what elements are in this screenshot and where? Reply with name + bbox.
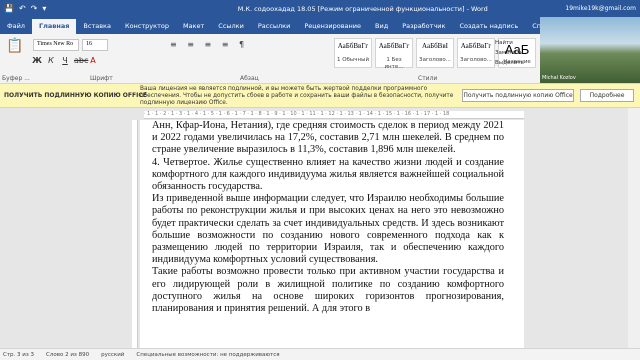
font-color-icon[interactable]: A: [88, 56, 98, 65]
tab-5[interactable]: Ссылки: [211, 19, 251, 34]
paragraph-3[interactable]: Из приведенной выше информации следует, …: [152, 193, 504, 266]
find-button[interactable]: Найти: [495, 38, 535, 48]
vertical-ruler[interactable]: [132, 120, 138, 348]
tab-2[interactable]: Вставка: [76, 19, 118, 34]
status-bar: Стр. 3 из 3 Слово 2 из 890 русский Специ…: [0, 348, 640, 360]
tab-7[interactable]: Рецензирование: [297, 19, 368, 34]
tab-9[interactable]: Разработчик: [395, 19, 452, 34]
style-name: 1 Без инте...: [384, 57, 404, 70]
tab-6[interactable]: Рассылки: [251, 19, 298, 34]
customize-icon[interactable]: ▾: [42, 4, 46, 13]
format-buttons: Ж К Ч abc A: [32, 56, 98, 65]
style-name: Заголово...: [419, 57, 451, 63]
select-button[interactable]: Выделить: [495, 58, 535, 68]
quick-access-toolbar: 💾 ↶ ↷ ▾: [0, 4, 200, 13]
group-styles-label: Стили: [418, 75, 438, 82]
style-item[interactable]: АаБбВвГг 1 Без инте...: [375, 38, 413, 70]
style-sample: АаБбВвГг: [337, 42, 369, 50]
group-font-label: Шрифт: [90, 75, 113, 82]
more-info-button[interactable]: Подробнее: [580, 89, 634, 102]
underline-button[interactable]: Ч: [60, 56, 70, 65]
account-email[interactable]: 19mike19k@gmail.com: [565, 5, 640, 12]
page-count[interactable]: Стр. 3 из 3: [3, 352, 34, 358]
tab-3[interactable]: Конструктор: [118, 19, 176, 34]
replace-button[interactable]: Заменить: [495, 48, 535, 58]
paragraph-2[interactable]: 4. Четвертое. Жилье существенно влияет н…: [152, 157, 504, 194]
webcam-name: Michal Kozlov: [542, 75, 576, 81]
window-title: М.К. содоохадад 18.05 [Режим ограниченно…: [237, 4, 488, 13]
horizontal-ruler[interactable]: · 1 · 1 · 2 · 1 · 3 · 1 · 4 · 1 · 5 · 1 …: [144, 111, 524, 119]
message-title: ПОЛУЧИТЬ ПОДЛИННУЮ КОПИЮ OFFICE: [4, 92, 147, 99]
editing-group: Найти Заменить Выделить: [495, 38, 535, 68]
style-sample: АаБбВвГг: [460, 42, 492, 50]
paste-icon[interactable]: 📋: [4, 38, 26, 66]
document-page[interactable]: Анн, Кфар-Иона, Нетания), где средняя ст…: [140, 120, 524, 348]
style-name: Заголово...: [460, 57, 492, 63]
font-name-select[interactable]: Times New Ro: [33, 39, 79, 51]
webcam-overlay: Michal Kozlov: [540, 17, 640, 83]
vertical-scrollbar[interactable]: [628, 108, 640, 348]
style-item[interactable]: АаБбВвІ Заголово...: [416, 38, 454, 68]
tab-0[interactable]: Файл: [0, 19, 32, 34]
group-clipboard-label: Буфер ...: [2, 75, 30, 82]
save-icon[interactable]: 💾: [4, 4, 14, 13]
license-message-bar: ПОЛУЧИТЬ ПОДЛИННУЮ КОПИЮ OFFICE Ваша лиц…: [0, 84, 640, 108]
paragraph-icons[interactable]: ≡ ≡ ≡ ≡ ¶: [170, 40, 248, 49]
accessibility-status[interactable]: Специальные возможности: не поддерживают…: [136, 352, 279, 358]
style-sample: АаБбВвІ: [422, 42, 448, 50]
style-item[interactable]: АаБбВвГг 1 Обычный: [334, 38, 372, 68]
tab-10[interactable]: Создать надпись: [452, 19, 525, 34]
style-name: 1 Обычный: [336, 57, 370, 63]
font-size-select[interactable]: 16: [82, 39, 108, 51]
group-paragraph-label: Абзац: [240, 75, 259, 82]
paragraph-4[interactable]: Такие работы возможно провести только пр…: [152, 266, 504, 315]
italic-button[interactable]: К: [46, 56, 56, 65]
tab-4[interactable]: Макет: [176, 19, 211, 34]
strikethrough-button[interactable]: abc: [74, 56, 88, 65]
style-item[interactable]: АаБбВвГг Заголово...: [457, 38, 495, 68]
document-text[interactable]: Анн, Кфар-Иона, Нетания), где средняя ст…: [152, 120, 504, 315]
language[interactable]: русский: [101, 352, 124, 358]
get-office-button[interactable]: Получить подлинную копию Office: [462, 89, 574, 102]
bold-button[interactable]: Ж: [32, 56, 42, 65]
word-count[interactable]: Слово 2 из 890: [46, 352, 89, 358]
redo-icon[interactable]: ↷: [31, 4, 38, 13]
tab-8[interactable]: Вид: [368, 19, 395, 34]
style-sample: АаБбВвГг: [378, 42, 410, 50]
undo-icon[interactable]: ↶: [19, 4, 26, 13]
message-text: Ваша лицензия не является подлинной, и в…: [140, 86, 454, 106]
tab-1[interactable]: Главная: [31, 19, 77, 34]
paragraph-1[interactable]: Анн, Кфар-Иона, Нетания), где средняя ст…: [152, 120, 504, 157]
title-bar: 💾 ↶ ↷ ▾ М.К. содоохадад 18.05 [Режим огр…: [0, 0, 640, 17]
